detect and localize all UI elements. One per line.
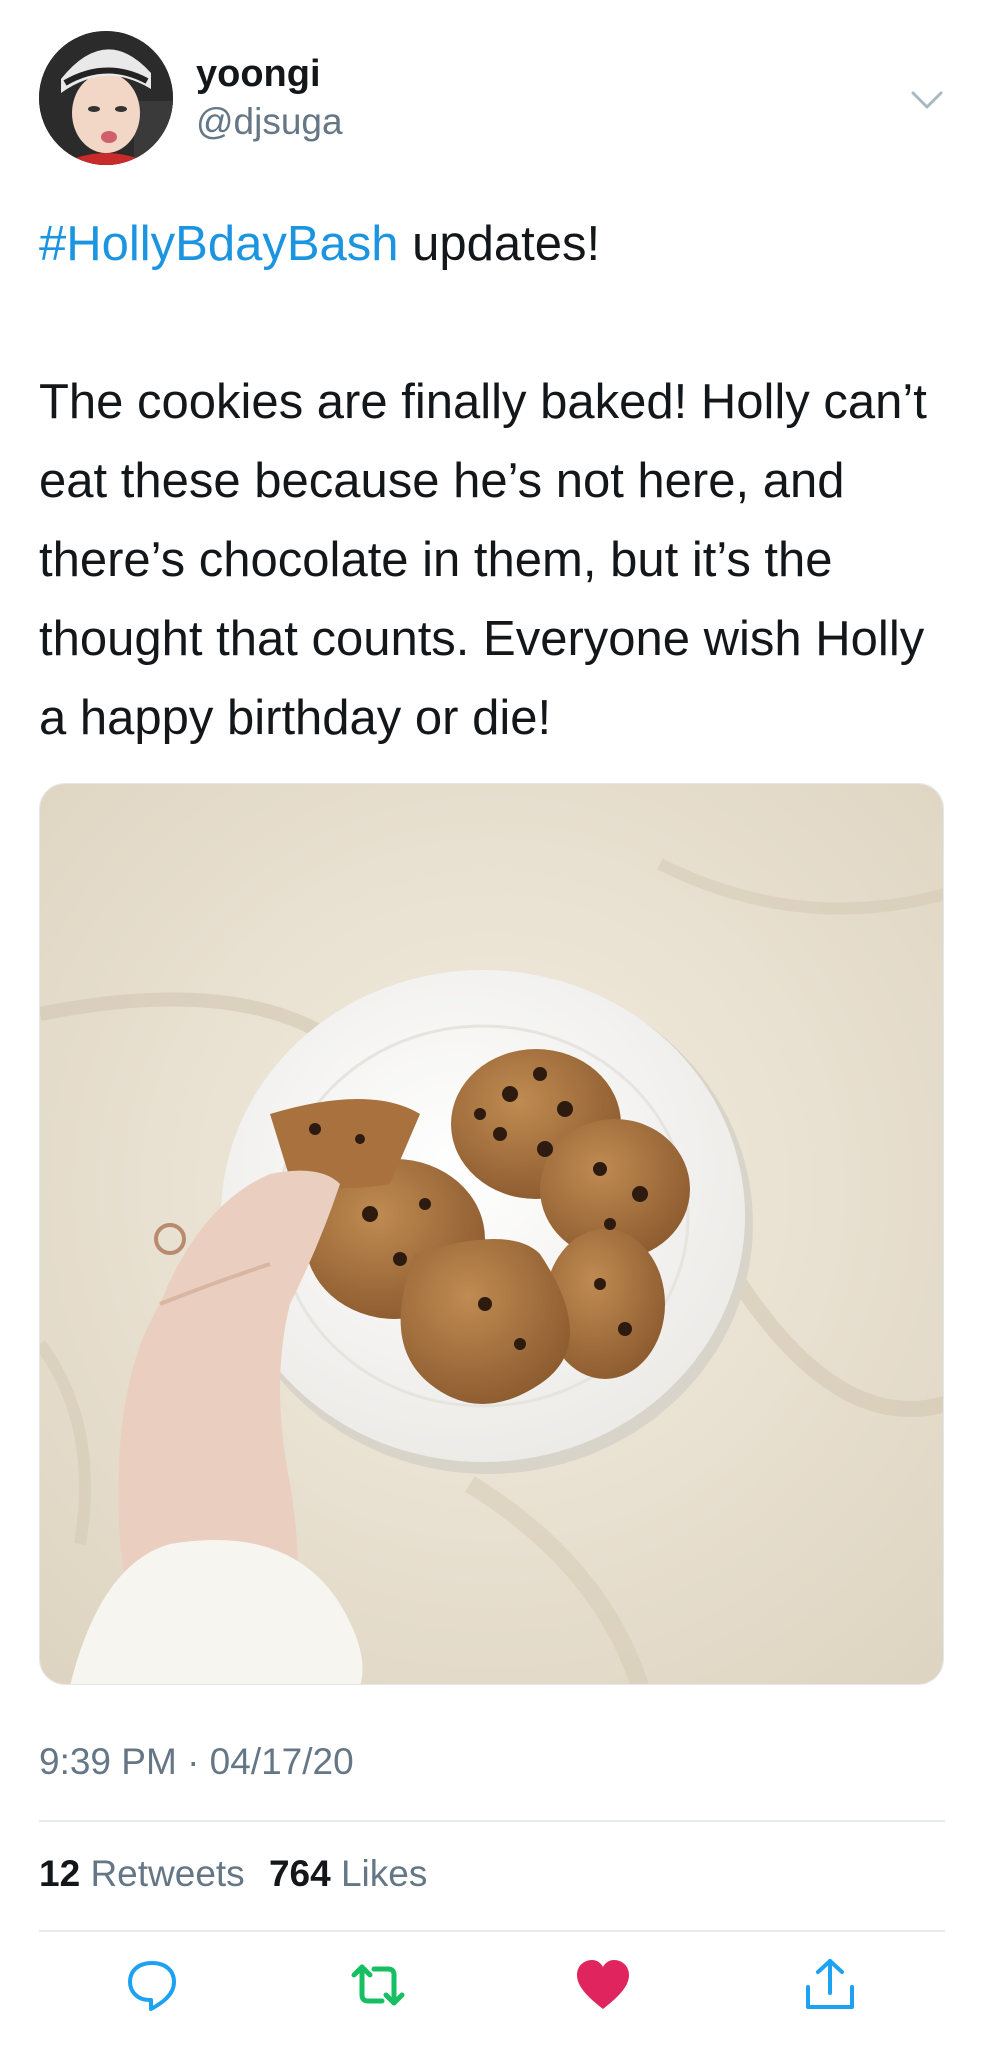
avatar-image <box>39 31 173 165</box>
tweet-text: #HollyBdayBash updates! The cookies are … <box>39 205 949 758</box>
tweet-photo[interactable] <box>39 783 944 1685</box>
cookie-photo-image <box>40 784 943 1684</box>
retweet-icon[interactable] <box>348 1955 408 2015</box>
retweets-label: Retweets <box>90 1853 245 1894</box>
reply-bubble-icon[interactable] <box>122 1955 182 2015</box>
retweets-count: 12 <box>39 1853 81 1894</box>
tweet-actions <box>0 1955 984 2027</box>
chevron-down-icon[interactable] <box>909 81 945 117</box>
likes-stat[interactable]: 764 Likes <box>269 1853 427 1894</box>
tweet-timestamp[interactable]: 9:39 PM · 04/17/20 <box>39 1741 354 1783</box>
tweet-headline-text: updates! <box>398 217 601 271</box>
share-upload-icon[interactable] <box>800 1955 860 2015</box>
heart-filled-icon[interactable] <box>573 1955 633 2015</box>
divider <box>39 1930 945 1932</box>
hashtag-link[interactable]: #HollyBdayBash <box>39 217 399 271</box>
tweet-stats: 12 Retweets 764 Likes <box>39 1853 441 1895</box>
tweet-detail-page: yoongi @djsuga #HollyBdayBash updates! T… <box>0 0 984 2048</box>
likes-label: Likes <box>340 1853 428 1894</box>
avatar[interactable] <box>39 31 173 165</box>
divider <box>39 1820 945 1822</box>
retweets-stat[interactable]: 12 Retweets <box>39 1853 245 1894</box>
tweet-header: yoongi @djsuga <box>39 31 945 166</box>
display-name[interactable]: yoongi <box>196 53 321 96</box>
likes-count: 764 <box>268 1853 331 1894</box>
tweet-body-text: The cookies are finally baked! Holly can… <box>39 375 927 745</box>
user-handle[interactable]: @djsuga <box>196 101 343 143</box>
